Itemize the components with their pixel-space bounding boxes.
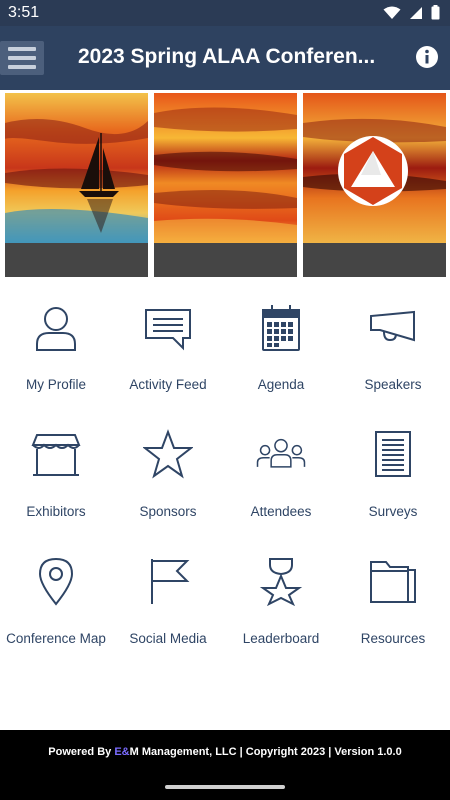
banner-panel-sunset (154, 93, 297, 277)
tile-label: Attendees (250, 504, 312, 519)
tile-attendees[interactable]: Attendees (225, 417, 337, 537)
tile-label: Activity Feed (129, 377, 207, 392)
hamburger-menu-icon[interactable] (0, 41, 44, 75)
tile-agenda[interactable]: Agenda (225, 290, 337, 410)
banner-panel-sailboat (5, 93, 148, 277)
star-icon (143, 429, 193, 479)
tile-speakers[interactable]: Speakers (337, 290, 449, 410)
tile-label: Sponsors (139, 504, 197, 519)
tile-label: Social Media (129, 631, 207, 646)
status-icons (383, 5, 440, 20)
megaphone-icon (370, 310, 415, 342)
page-title: 2023 Spring ALAA Conferen... (78, 45, 376, 68)
tile-label: Agenda (257, 377, 305, 392)
banner-panel-logo (303, 93, 446, 277)
tile-label: Exhibitors (26, 504, 86, 519)
document-icon (375, 431, 411, 477)
map-pin-icon (38, 557, 74, 606)
calendar-icon (262, 305, 300, 351)
gesture-nav-handle[interactable] (165, 785, 285, 789)
profile-icon (36, 307, 76, 351)
tile-activity-feed[interactable]: Activity Feed (112, 290, 224, 410)
tile-label: My Profile (25, 377, 86, 392)
brand-amp: & (121, 746, 130, 758)
battery-icon (431, 5, 440, 20)
tile-label: Leaderboard (242, 631, 320, 646)
medal-icon (259, 558, 303, 606)
tile-label: Surveys (368, 504, 418, 519)
tile-exhibitors[interactable]: Exhibitors (0, 417, 112, 537)
tile-label: Conference Map (6, 631, 106, 646)
tile-label: Resources (360, 631, 426, 646)
chat-bubble-icon (145, 309, 191, 351)
tile-leaderboard[interactable]: Leaderboard (225, 544, 337, 664)
flag-icon (151, 559, 190, 604)
tile-sponsors[interactable]: Sponsors (112, 417, 224, 537)
tile-surveys[interactable]: Surveys (337, 417, 449, 537)
signal-icon (410, 6, 422, 19)
status-bar: 3:51 (0, 0, 450, 26)
status-time: 3:51 (8, 4, 40, 21)
tile-social-media[interactable]: Social Media (112, 544, 224, 664)
brand-m: M (129, 746, 139, 758)
footer-text: Powered By E&M Management, LLC | Copyrig… (48, 746, 402, 758)
brand-e: E (114, 746, 122, 758)
tile-label: Speakers (364, 377, 422, 392)
app-header: 2023 Spring ALAA Conferen... (0, 26, 450, 90)
banner (0, 90, 450, 280)
info-icon[interactable] (415, 45, 439, 69)
conference-logo-icon (338, 136, 408, 206)
tile-resources[interactable]: Resources (337, 544, 449, 664)
storefront-icon (31, 434, 81, 476)
wifi-icon (383, 6, 401, 19)
footer: Powered By E&M Management, LLC | Copyrig… (0, 730, 450, 800)
folder-icon (370, 561, 416, 603)
people-icon (256, 438, 306, 468)
tile-conference-map[interactable]: Conference Map (0, 544, 112, 664)
tile-my-profile[interactable]: My Profile (0, 290, 112, 410)
